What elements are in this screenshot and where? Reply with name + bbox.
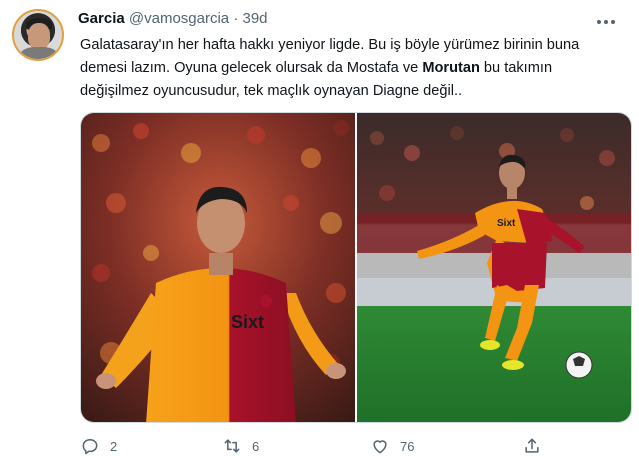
share-action[interactable] xyxy=(522,436,542,456)
display-name[interactable]: Garcia xyxy=(78,10,125,27)
retweet-action[interactable]: 6 xyxy=(222,436,259,456)
retweet-icon[interactable] xyxy=(222,436,242,456)
reply-action[interactable]: 2 xyxy=(80,436,117,456)
header-separator: · xyxy=(233,10,239,27)
more-options-icon[interactable] xyxy=(592,12,620,32)
tweet-media: Sixt Sixt xyxy=(80,112,632,423)
heart-icon[interactable] xyxy=(370,436,390,456)
avatar-face xyxy=(28,23,50,49)
like-count: 76 xyxy=(400,438,415,454)
tweet-timestamp[interactable]: 39d xyxy=(242,10,267,27)
like-action[interactable]: 76 xyxy=(370,436,414,456)
tweet[interactable]: Garcia @vamosgarcia · 39d Galatasaray'ın… xyxy=(0,0,639,471)
reply-count: 2 xyxy=(110,438,118,454)
tweet-text-bold: Morutan xyxy=(422,60,480,76)
reply-icon[interactable] xyxy=(80,436,100,456)
media-photo-left[interactable]: Sixt xyxy=(81,113,355,422)
retweet-count: 6 xyxy=(252,438,260,454)
share-icon[interactable] xyxy=(522,436,542,456)
user-handle[interactable]: @vamosgarcia xyxy=(129,10,229,27)
avatar-body xyxy=(20,47,58,59)
shirt-sponsor-left: Sixt xyxy=(231,312,264,332)
media-photo-right[interactable]: Sixt xyxy=(357,113,631,422)
avatar[interactable] xyxy=(12,9,64,61)
tweet-text: Galatasaray'ın her hafta hakkı yeniyor l… xyxy=(80,34,620,103)
tweet-header: Garcia @vamosgarcia · 39d xyxy=(78,10,268,27)
shirt-sponsor-right: Sixt xyxy=(497,218,516,229)
action-bar: 2 6 76 xyxy=(0,436,639,462)
